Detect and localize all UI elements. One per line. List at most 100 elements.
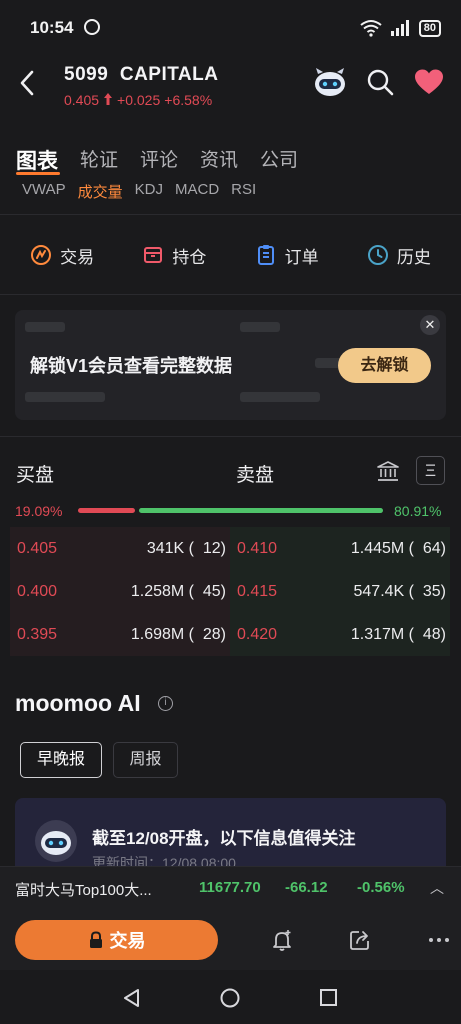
ai-avatar <box>35 820 77 862</box>
bid-quantity: 341K ( 12) <box>146 540 226 557</box>
subtab-macd[interactable]: MACD <box>175 181 219 202</box>
lock-icon <box>89 931 102 948</box>
trade-action-label: 交易 <box>60 247 95 267</box>
whatsapp-icon <box>84 19 100 35</box>
ask-price: 0.415 <box>237 583 278 600</box>
bid-price: 0.405 <box>17 540 58 557</box>
info-icon[interactable]: i <box>158 696 173 711</box>
history-action-label: 历史 <box>396 247 431 267</box>
stock-quote: 0.405 +0.025 +6.58% <box>64 92 212 108</box>
bid-percent: 19.09% <box>15 503 63 519</box>
order-action[interactable]: 订单 <box>255 243 319 268</box>
ai-card-title: 截至12/08开盘，以下信息值得关注 <box>92 829 356 848</box>
price-change-pct: +6.58% <box>164 92 213 108</box>
index-change: -66.12 <box>285 879 328 896</box>
order-icon <box>257 245 274 265</box>
unlock-button[interactable]: 去解锁 <box>338 348 431 383</box>
orderbook-row: 0.405 341K ( 12) 0.410 1.445M ( 64) <box>10 527 450 570</box>
ask-level[interactable]: 0.420 1.317M ( 48) <box>230 613 450 656</box>
indicator-tabs: VWAP 成交量 KDJ MACD RSI <box>22 181 256 202</box>
ask-quantity: 1.445M ( 64) <box>350 540 446 557</box>
nav-recents-icon[interactable] <box>319 988 339 1008</box>
ai-bot-icon[interactable] <box>312 66 348 98</box>
position-action[interactable]: 持仓 <box>142 243 206 268</box>
nav-back-icon[interactable] <box>122 988 142 1008</box>
chip-weekly-report[interactable]: 周报 <box>113 742 178 778</box>
divider <box>0 294 461 295</box>
up-arrow-icon <box>104 93 113 105</box>
stock-title: 5099 CAPITALA <box>64 64 218 86</box>
ask-percent: 80.91% <box>394 503 442 519</box>
bid-level[interactable]: 0.405 341K ( 12) <box>10 527 230 570</box>
bid-ratio-bar <box>78 508 135 513</box>
index-change-pct: -0.56% <box>357 879 405 896</box>
trade-button-label: 交易 <box>109 931 146 951</box>
tab-company[interactable]: 公司 <box>260 145 298 175</box>
bid-level[interactable]: 0.400 1.258M ( 45) <box>10 570 230 613</box>
divider <box>0 436 461 437</box>
position-action-label: 持仓 <box>172 247 207 267</box>
action-row: 交易 持仓 订单 历史 <box>0 232 461 278</box>
orderbook-table: 0.405 341K ( 12) 0.410 1.445M ( 64) 0.40… <box>10 527 450 656</box>
bank-icon[interactable] <box>376 460 400 482</box>
price-change: +0.025 <box>117 92 161 108</box>
ask-level[interactable]: 0.410 1.445M ( 64) <box>230 527 450 570</box>
last-price: 0.405 <box>64 92 100 108</box>
status-icons: 80 <box>359 19 441 37</box>
battery-icon: 80 <box>418 19 441 37</box>
system-navigation-bar <box>0 970 461 1024</box>
ask-level[interactable]: 0.415 547.4K ( 35) <box>230 570 450 613</box>
nav-home-icon[interactable] <box>220 988 240 1008</box>
ask-price: 0.410 <box>237 540 278 557</box>
ask-price: 0.420 <box>237 626 278 643</box>
close-icon[interactable]: ✕ <box>420 315 440 335</box>
ask-quantity: 1.317M ( 48) <box>350 626 446 643</box>
history-icon <box>367 245 388 265</box>
bid-price: 0.395 <box>17 626 58 643</box>
history-action[interactable]: 历史 <box>367 243 431 268</box>
subtab-rsi[interactable]: RSI <box>231 181 256 202</box>
share-icon[interactable] <box>348 928 372 952</box>
trade-action[interactable]: 交易 <box>30 243 94 268</box>
orderbook-menu-button[interactable]: Ξ <box>416 456 445 485</box>
ask-quantity: 547.4K ( 35) <box>353 583 447 600</box>
index-ticker-bar[interactable]: 富时大马Top100大... 11677.70 -66.12 -0.56% ︿ <box>0 866 461 908</box>
tab-comments[interactable]: 评论 <box>140 145 178 175</box>
tab-warrants[interactable]: 轮证 <box>80 145 118 175</box>
chip-daily-report[interactable]: 早晚报 <box>20 742 102 778</box>
subtab-vwap[interactable]: VWAP <box>22 181 66 202</box>
active-tab-indicator <box>16 172 60 175</box>
unlock-message: 解锁V1会员查看完整数据 <box>30 356 233 376</box>
bid-quantity: 1.698M ( 28) <box>130 626 226 643</box>
tab-news[interactable]: 资讯 <box>200 145 238 175</box>
main-tabs: 图表 轮证 评论 资讯 公司 <box>16 145 298 175</box>
bid-label: 买盘 <box>16 465 55 486</box>
divider <box>0 214 461 215</box>
bid-level[interactable]: 0.395 1.698M ( 28) <box>10 613 230 656</box>
signal-icon <box>390 20 409 36</box>
back-icon[interactable] <box>14 66 44 100</box>
ask-ratio-bar <box>139 508 383 513</box>
bid-price: 0.400 <box>17 583 58 600</box>
tab-chart[interactable]: 图表 <box>16 145 58 175</box>
index-value: 11677.70 <box>199 879 261 896</box>
ai-bot-avatar-icon <box>41 831 71 855</box>
subtab-kdj[interactable]: KDJ <box>135 181 163 202</box>
stock-name: CAPITALA <box>119 64 219 85</box>
orderbook-row: 0.395 1.698M ( 28) 0.420 1.317M ( 48) <box>10 613 450 656</box>
ask-label: 卖盘 <box>236 465 275 486</box>
subtab-volume[interactable]: 成交量 <box>78 181 123 202</box>
more-icon[interactable] <box>427 928 451 952</box>
favorite-heart-icon[interactable] <box>414 68 444 96</box>
search-icon[interactable] <box>366 68 394 96</box>
index-name: 富时大马Top100大... <box>15 882 152 899</box>
price-alert-icon[interactable] <box>270 928 294 952</box>
stock-code: 5099 <box>64 64 109 85</box>
wifi-icon <box>360 20 382 37</box>
chevron-up-icon[interactable]: ︿ <box>430 878 444 898</box>
trade-button[interactable]: 交易 <box>15 920 218 960</box>
trade-icon <box>31 245 52 265</box>
bid-quantity: 1.258M ( 45) <box>130 583 226 600</box>
unlock-banner: 解锁V1会员查看完整数据 去解锁 ✕ <box>15 310 446 420</box>
bottom-action-bar: 交易 <box>0 908 461 970</box>
